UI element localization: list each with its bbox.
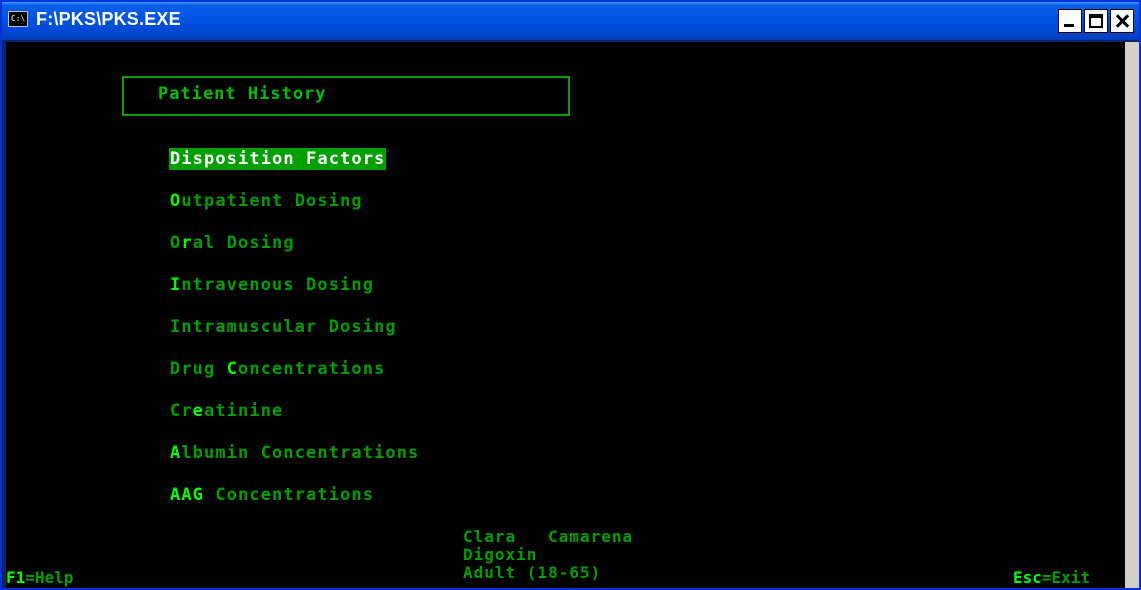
close-button[interactable] bbox=[1110, 9, 1134, 33]
menu-item[interactable]: Disposition Factors bbox=[169, 148, 387, 170]
menu-item-hotkey: O bbox=[170, 191, 182, 211]
menu-item[interactable]: AAG Concentrations bbox=[169, 484, 375, 506]
patient-name-line: Clara Camarena bbox=[463, 529, 633, 545]
header-box: Patient History bbox=[122, 76, 570, 116]
menu-item[interactable]: Intramuscular Dosing bbox=[169, 316, 398, 338]
menu-item-hotkey: D bbox=[170, 149, 182, 169]
menu-item[interactable]: Outpatient Dosing bbox=[169, 190, 364, 212]
menu-item-hotkey: C bbox=[226, 359, 239, 379]
menu-item-label: lbumin Concentrations bbox=[181, 443, 420, 463]
menu-item[interactable]: Intravenous Dosing bbox=[169, 274, 375, 296]
menu-item-label: atinine bbox=[204, 401, 284, 421]
exit-label: =Exit bbox=[1041, 568, 1091, 587]
window-right-edge bbox=[1125, 42, 1139, 588]
menu-item-label: utpatient Dosing bbox=[181, 191, 363, 211]
help-shortcut[interactable]: F1=Help bbox=[6, 569, 73, 587]
window-title: F:\PKS\PKS.EXE bbox=[36, 9, 181, 29]
menu-item-hotkey: r bbox=[181, 233, 193, 253]
exit-shortcut[interactable]: Esc=Exit bbox=[1013, 569, 1090, 587]
menu-item-label: ntravenous Dosing bbox=[181, 275, 375, 295]
help-key: F1 bbox=[6, 568, 26, 587]
menu-item-prefix: O bbox=[170, 233, 182, 253]
exit-key: Esc bbox=[1013, 568, 1042, 587]
patient-last-name: Camarena bbox=[548, 527, 634, 546]
menu-item-label: oncentrations bbox=[238, 359, 386, 379]
patient-age-group: Adult (18-65) bbox=[463, 563, 602, 582]
menu-item-hotkey: e bbox=[192, 401, 205, 421]
patient-first-name: Clara bbox=[463, 527, 517, 546]
console-icon[interactable]: C:\ bbox=[8, 11, 28, 27]
page-title: Patient History bbox=[158, 84, 327, 104]
minimize-button[interactable] bbox=[1058, 9, 1082, 33]
menu-item-prefix: Cr bbox=[170, 401, 193, 421]
menu-item-label: Concentrations bbox=[204, 485, 375, 505]
menu-item[interactable]: Drug Concentrations bbox=[169, 358, 386, 380]
menu-item[interactable]: Albumin Concentrations bbox=[169, 442, 420, 464]
menu-item-label: Intramuscular Dosing bbox=[170, 317, 397, 337]
menu-item-hotkey: A bbox=[170, 443, 182, 463]
menu-item-label: isposition Factors bbox=[181, 149, 386, 169]
menu-item[interactable]: Oral Dosing bbox=[169, 232, 296, 254]
patient-drug: Digoxin bbox=[463, 545, 538, 564]
menu-item[interactable]: Creatinine bbox=[169, 400, 284, 422]
menu-item-hotkey: I bbox=[170, 275, 182, 295]
menu-item-label: al Dosing bbox=[192, 233, 295, 253]
console-screen[interactable]: Patient History Disposition Factors Outpa… bbox=[6, 42, 1125, 588]
menu-item-hotkey: AAG bbox=[170, 485, 205, 505]
title-bar[interactable]: C:\ F:\PKS\PKS.EXE bbox=[2, 2, 1139, 40]
console-window: C:\ F:\PKS\PKS.EXE Patient History Dispo… bbox=[0, 0, 1141, 590]
menu-item-prefix: Drug bbox=[170, 359, 227, 379]
maximize-button[interactable] bbox=[1084, 9, 1108, 33]
help-label: =Help bbox=[25, 568, 74, 587]
